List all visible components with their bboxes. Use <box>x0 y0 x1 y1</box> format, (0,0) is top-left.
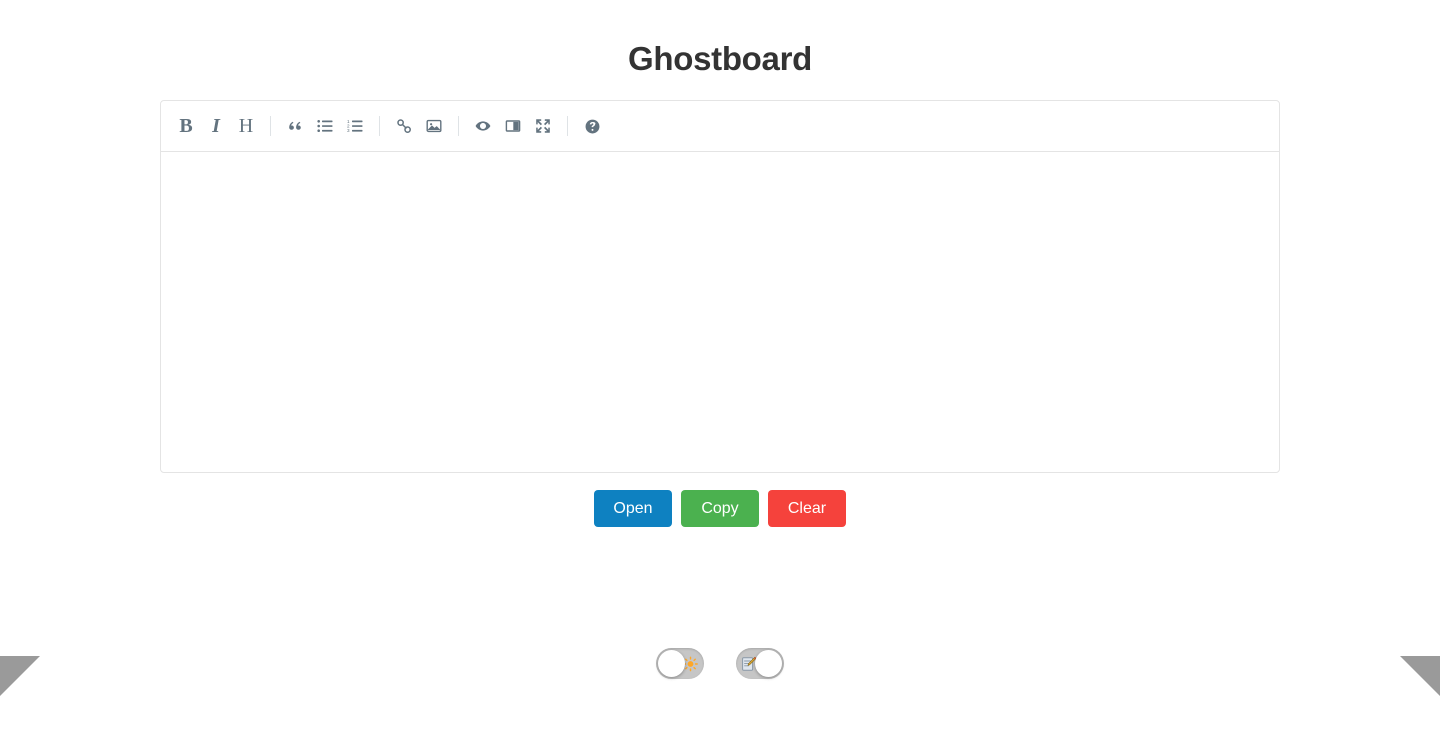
edit-mode-toggle[interactable] <box>736 648 784 679</box>
bold-label: B <box>179 115 193 137</box>
open-button[interactable]: Open <box>594 490 672 527</box>
link-icon <box>396 118 412 134</box>
markdown-editor: B I H 1 2 3 <box>160 100 1280 473</box>
preview-icon <box>475 118 491 134</box>
image-icon <box>426 118 442 134</box>
ordered-list-button[interactable]: 1 2 3 <box>340 111 370 141</box>
unordered-list-icon <box>317 118 333 134</box>
side-by-side-button[interactable] <box>498 111 528 141</box>
bottom-right-corner-triangle <box>1400 656 1440 696</box>
italic-button[interactable]: I <box>201 111 231 141</box>
toolbar-separator <box>379 116 380 136</box>
image-button[interactable] <box>419 111 449 141</box>
theme-toggle[interactable] <box>656 648 704 679</box>
fullscreen-button[interactable] <box>528 111 558 141</box>
toggle-row <box>0 648 1440 679</box>
italic-label: I <box>212 115 220 137</box>
svg-text:3: 3 <box>347 128 350 133</box>
unordered-list-button[interactable] <box>310 111 340 141</box>
heading-label: H <box>238 115 254 137</box>
quote-icon <box>287 118 303 134</box>
editor-textarea[interactable] <box>161 152 1279 472</box>
action-buttons: Open Copy Clear <box>0 490 1440 527</box>
clear-button[interactable]: Clear <box>768 490 846 527</box>
edit-mode-toggle-knob[interactable] <box>755 650 782 677</box>
heading-button[interactable]: H <box>231 111 261 141</box>
preview-button[interactable] <box>468 111 498 141</box>
ordered-list-icon: 1 2 3 <box>347 118 363 134</box>
toolbar-separator <box>567 116 568 136</box>
side-by-side-icon <box>505 118 521 134</box>
quote-button[interactable] <box>280 111 310 141</box>
fullscreen-icon <box>535 118 551 134</box>
toolbar-separator <box>458 116 459 136</box>
toolbar-separator <box>270 116 271 136</box>
app-root: Ghostboard B I H 1 2 3 Open Copy Clear <box>0 0 1440 736</box>
editor-toolbar: B I H 1 2 3 <box>161 101 1279 152</box>
bold-button[interactable]: B <box>171 111 201 141</box>
copy-button[interactable]: Copy <box>681 490 759 527</box>
bottom-left-corner-triangle <box>0 656 40 696</box>
sun-icon <box>683 656 698 671</box>
help-button[interactable] <box>577 111 607 141</box>
link-button[interactable] <box>389 111 419 141</box>
help-icon <box>585 119 600 134</box>
page-title: Ghostboard <box>628 40 812 77</box>
theme-toggle-knob[interactable] <box>658 650 685 677</box>
